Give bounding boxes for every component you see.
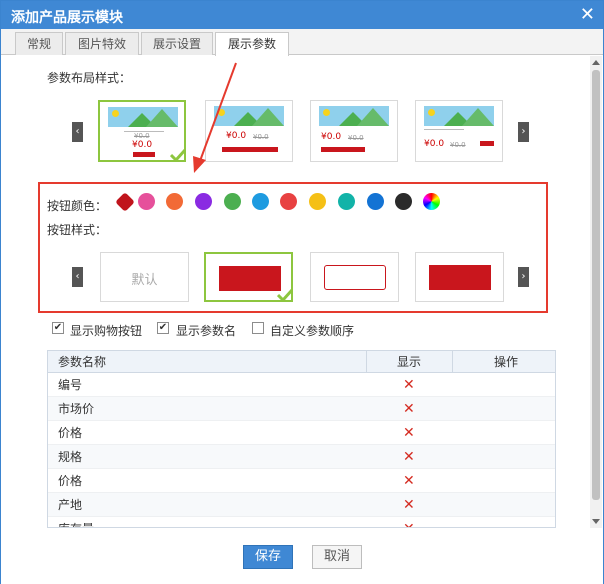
mini-buy-button bbox=[321, 147, 365, 152]
table-row: 库存量 ✕ bbox=[48, 517, 555, 527]
old-price: ¥0.0 bbox=[348, 134, 364, 142]
tab-image-effects[interactable]: 图片特效 bbox=[65, 32, 139, 55]
color-swatch[interactable] bbox=[309, 193, 326, 210]
header-param-name: 参数名称 bbox=[58, 355, 107, 369]
price: ¥0.0 bbox=[226, 131, 247, 141]
table-row: 价格 ✕ bbox=[48, 421, 555, 445]
hidden-x-icon[interactable]: ✕ bbox=[403, 401, 415, 417]
landscape-image-icon bbox=[424, 106, 494, 126]
save-button[interactable]: 保存 bbox=[243, 545, 293, 569]
table-row: 价格 ✕ bbox=[48, 469, 555, 493]
param-name: 市场价 bbox=[58, 402, 95, 416]
dialog-titlebar: 添加产品展示模块 ✕ bbox=[1, 1, 603, 29]
add-product-module-dialog: 添加产品展示模块 ✕ 常规 图片特效 展示设置 展示参数 参数布局样式： ‹ ›… bbox=[0, 0, 604, 584]
param-name: 价格 bbox=[58, 474, 83, 488]
button-style-default[interactable]: 默认 bbox=[100, 252, 189, 302]
tab-display-params[interactable]: 展示参数 bbox=[215, 32, 289, 56]
params-table: 参数名称 显示 操作 编号 ✕ 市场价 ✕ 价格 ✕ 规格 ✕ 价格 ✕ 产地 ✕ 库存量 ✕ bbox=[47, 350, 556, 528]
filled-button-preview bbox=[219, 266, 281, 291]
header-show: 显示 bbox=[397, 355, 422, 369]
landscape-image-icon bbox=[319, 106, 389, 126]
layout-prev-button[interactable]: ‹ bbox=[72, 122, 83, 142]
mini-buy-button bbox=[133, 152, 155, 157]
color-swatch[interactable] bbox=[224, 193, 241, 210]
button-style-filled[interactable] bbox=[204, 252, 293, 302]
table-header: 参数名称 显示 操作 bbox=[48, 351, 555, 373]
hidden-x-icon[interactable]: ✕ bbox=[403, 521, 415, 527]
table-row: 规格 ✕ bbox=[48, 445, 555, 469]
color-swatch[interactable] bbox=[395, 193, 412, 210]
layout-card-2[interactable]: ¥0.0 ¥0.0 bbox=[205, 100, 293, 162]
table-row: 编号 ✕ bbox=[48, 373, 555, 397]
custom-order-label: 自定义参数顺序 bbox=[270, 324, 355, 338]
price: ¥0.0 bbox=[132, 140, 153, 150]
show-param-name-checkbox[interactable]: ✔ bbox=[157, 322, 169, 334]
show-cart-label: 显示购物按钮 bbox=[70, 324, 143, 338]
param-name: 规格 bbox=[58, 450, 83, 464]
param-name: 编号 bbox=[58, 378, 83, 392]
color-swatch[interactable] bbox=[367, 193, 384, 210]
color-swatch[interactable] bbox=[252, 193, 269, 210]
table-body: 编号 ✕ 市场价 ✕ 价格 ✕ 规格 ✕ 价格 ✕ 产地 ✕ 库存量 ✕ bbox=[48, 373, 555, 527]
style-prev-button[interactable]: ‹ bbox=[72, 267, 83, 287]
param-name: 产地 bbox=[58, 498, 83, 512]
layout-card-4[interactable]: ¥0.0 ¥0.0 bbox=[415, 100, 503, 162]
custom-order-checkbox[interactable] bbox=[252, 322, 264, 334]
old-price: ¥0.0 bbox=[450, 141, 466, 149]
layout-style-label: 参数布局样式： bbox=[47, 71, 132, 85]
check-icon bbox=[277, 288, 293, 302]
hidden-x-icon[interactable]: ✕ bbox=[403, 473, 415, 489]
hidden-x-icon[interactable]: ✕ bbox=[403, 377, 415, 393]
color-swatch[interactable] bbox=[195, 193, 212, 210]
close-icon[interactable]: ✕ bbox=[580, 4, 595, 25]
param-name: 价格 bbox=[58, 426, 83, 440]
outline-button-preview bbox=[324, 265, 386, 290]
header-action: 操作 bbox=[494, 355, 519, 369]
tab-general[interactable]: 常规 bbox=[15, 32, 63, 55]
button-style-square[interactable] bbox=[415, 252, 504, 302]
default-style-label: 默认 bbox=[131, 273, 158, 288]
tab-display-settings[interactable]: 展示设置 bbox=[141, 32, 213, 55]
table-row: 市场价 ✕ bbox=[48, 397, 555, 421]
style-next-button[interactable]: › bbox=[518, 267, 529, 287]
check-icon bbox=[170, 148, 186, 162]
old-price: ¥0.0 bbox=[134, 132, 150, 140]
color-swatch[interactable] bbox=[138, 193, 155, 210]
price: ¥0.0 bbox=[321, 132, 342, 142]
color-swatch[interactable] bbox=[280, 193, 297, 210]
custom-color-swatch[interactable] bbox=[423, 193, 440, 210]
dialog-footer: 保存 取消 bbox=[1, 529, 603, 584]
show-param-name-label: 显示参数名 bbox=[176, 324, 237, 338]
dialog-title: 添加产品展示模块 bbox=[11, 10, 123, 26]
hidden-x-icon[interactable]: ✕ bbox=[403, 497, 415, 513]
hidden-x-icon[interactable]: ✕ bbox=[403, 449, 415, 465]
tab-bar: 常规 图片特效 展示设置 展示参数 bbox=[1, 29, 603, 56]
price: ¥0.0 bbox=[424, 139, 445, 149]
square-button-preview bbox=[429, 265, 491, 290]
button-color-label: 按钮颜色： bbox=[47, 199, 108, 213]
landscape-image-icon bbox=[214, 106, 284, 126]
cancel-button[interactable]: 取消 bbox=[312, 545, 362, 569]
mini-buy-button bbox=[480, 141, 494, 146]
param-name: 库存量 bbox=[58, 517, 94, 527]
button-style-outline[interactable] bbox=[310, 252, 399, 302]
layout-card-1[interactable]: ¥0.0 ¥0.0 bbox=[98, 100, 186, 162]
old-price: ¥0.0 bbox=[253, 133, 269, 141]
hidden-x-icon[interactable]: ✕ bbox=[403, 425, 415, 441]
button-style-label: 按钮样式： bbox=[47, 223, 108, 237]
landscape-image-icon bbox=[108, 107, 178, 127]
layout-next-button[interactable]: › bbox=[518, 122, 529, 142]
mini-buy-button bbox=[222, 147, 278, 152]
color-swatch[interactable] bbox=[166, 193, 183, 210]
content-scrollbar[interactable] bbox=[590, 56, 602, 528]
show-cart-checkbox[interactable]: ✔ bbox=[52, 322, 64, 334]
table-row: 产地 ✕ bbox=[48, 493, 555, 517]
color-swatch[interactable] bbox=[338, 193, 355, 210]
layout-card-3[interactable]: ¥0.0 ¥0.0 bbox=[310, 100, 398, 162]
